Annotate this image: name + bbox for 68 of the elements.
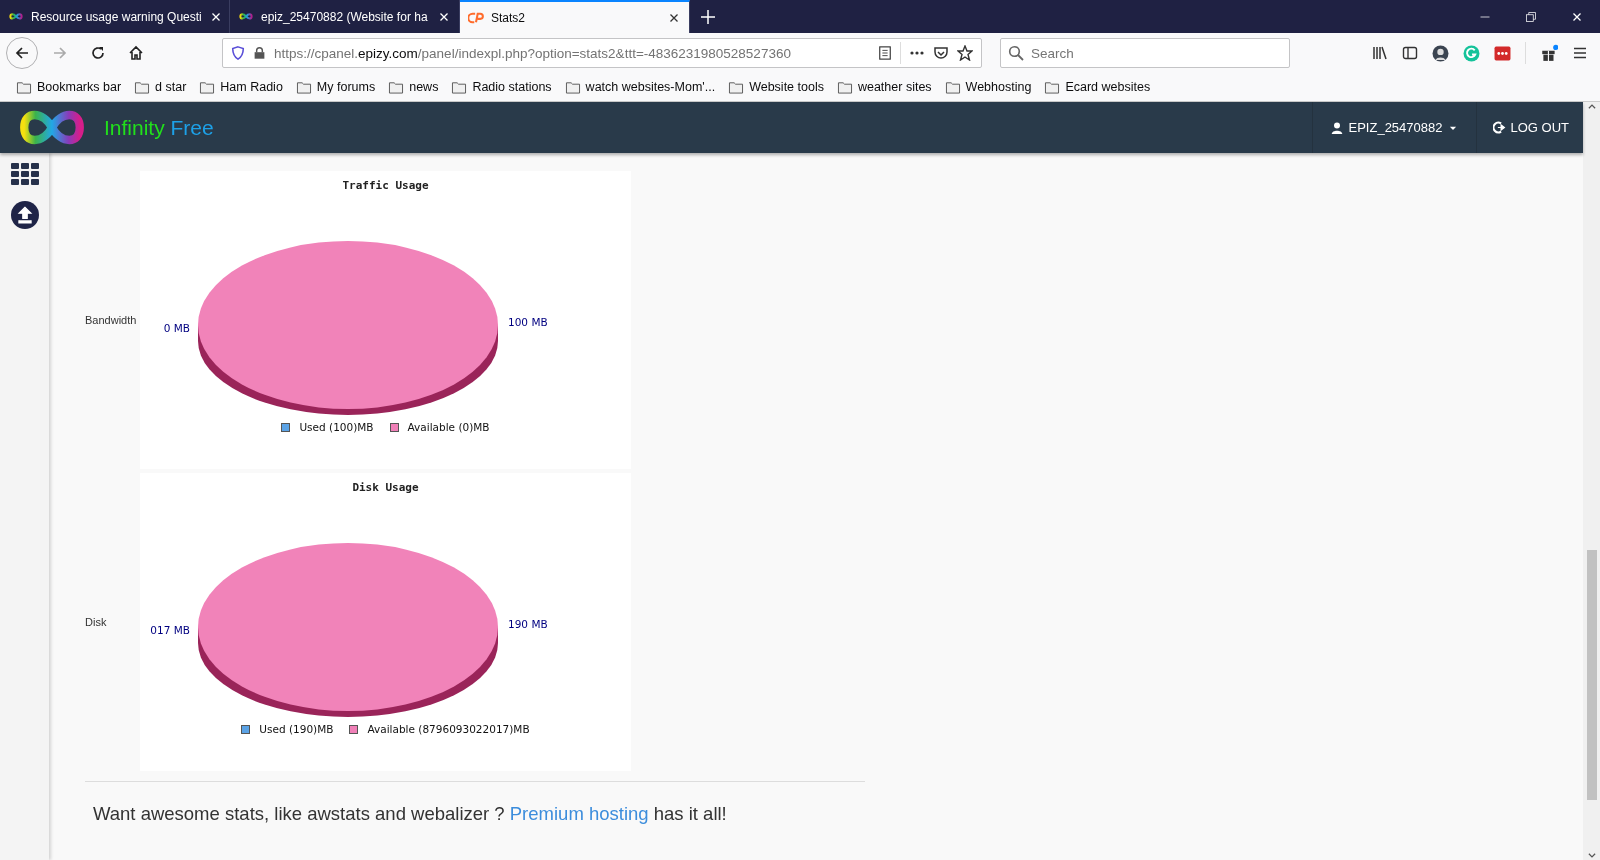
slice-label: 017 MB xyxy=(149,623,190,636)
bookmark-folder[interactable]: d star xyxy=(134,80,187,94)
gift-icon[interactable] xyxy=(1540,44,1558,62)
legend-label: Available (0)MB xyxy=(407,421,490,433)
scroll-down-icon[interactable] xyxy=(1586,850,1597,860)
search-icon xyxy=(1008,45,1024,61)
logout-icon xyxy=(1493,121,1507,134)
folder-icon xyxy=(451,80,468,94)
user-icon xyxy=(1330,120,1343,135)
chart-title: Traffic Usage xyxy=(342,179,429,192)
brand-name[interactable]: Infinity Free xyxy=(104,115,214,140)
search-field[interactable]: Search xyxy=(1000,38,1290,68)
scrollbar-thumb[interactable] xyxy=(1586,550,1597,800)
pocket-icon[interactable] xyxy=(933,45,949,61)
legend-label: Available (8796093022017)MB xyxy=(367,723,530,735)
bookmark-folder[interactable]: Webhosting xyxy=(944,80,1032,94)
lock-icon xyxy=(253,46,266,60)
bookmark-folder[interactable]: weather sites xyxy=(836,80,932,94)
cpanel-logo-icon xyxy=(468,11,484,24)
legend-label: Used (190)MB xyxy=(259,723,334,735)
folder-icon xyxy=(944,80,961,94)
library-icon[interactable] xyxy=(1372,45,1388,61)
extension-icon[interactable] xyxy=(1494,44,1511,62)
restore-icon[interactable] xyxy=(1525,10,1537,23)
bookmark-folder[interactable]: Website tools xyxy=(728,80,824,94)
legend-label: Used (100)MB xyxy=(299,421,374,433)
shield-icon xyxy=(231,46,245,60)
sidebar-icon[interactable] xyxy=(1402,45,1418,61)
folder-icon xyxy=(1044,80,1061,94)
logout-button[interactable]: LOG OUT xyxy=(1477,102,1583,153)
back-arrow-icon xyxy=(14,45,30,61)
browser-tab[interactable]: Stats2 xyxy=(460,0,690,33)
address-field[interactable]: https://cpanel.epizy.com/panel/indexpl.php?option=stats2&ttt=-4836231980528527360 xyxy=(222,38,982,68)
slice-label: 0 MB xyxy=(162,321,190,334)
slice-label: 100 MB xyxy=(508,315,548,328)
reload-icon[interactable] xyxy=(90,45,106,61)
new-tab-icon[interactable] xyxy=(700,8,716,25)
bookmark-folder[interactable]: Bookmarks bar xyxy=(16,80,122,94)
scroll-up-icon[interactable] xyxy=(1586,102,1597,112)
apps-grid-icon[interactable] xyxy=(10,163,39,185)
folder-icon xyxy=(388,80,405,94)
home-icon[interactable] xyxy=(128,45,144,61)
avatar-icon[interactable] xyxy=(1432,44,1449,62)
star-icon[interactable] xyxy=(957,45,973,61)
infinity-icon xyxy=(238,12,254,21)
bookmark-folder[interactable]: Ecard websites xyxy=(1044,80,1151,94)
slice-label: 190 MB xyxy=(508,617,548,630)
bookmark-folder[interactable]: Radio stations xyxy=(451,80,552,94)
infinity-icon xyxy=(8,12,24,21)
folder-icon xyxy=(295,80,312,94)
bookmark-folder[interactable]: Ham Radio xyxy=(199,80,283,94)
folder-icon xyxy=(836,80,853,94)
chart-title: Disk Usage xyxy=(352,481,419,494)
menu-icon[interactable] xyxy=(1572,45,1588,61)
promo-text: Want awesome stats, like awstats and webalizer ? Premium hosting has it all! xyxy=(93,803,728,825)
folder-icon xyxy=(199,80,216,94)
reader-view-icon[interactable] xyxy=(878,45,892,61)
folder-icon xyxy=(134,80,151,94)
row-label: Disk xyxy=(85,616,108,628)
folder-icon xyxy=(564,80,581,94)
upload-icon[interactable] xyxy=(10,201,39,229)
row-label: Bandwidth xyxy=(85,314,138,326)
bookmark-folder[interactable]: watch websites-Mom'... xyxy=(564,80,716,94)
bookmark-folder[interactable]: news xyxy=(388,80,439,94)
folder-icon xyxy=(728,80,745,94)
folder-icon xyxy=(16,80,32,94)
bookmark-folder[interactable]: My forums xyxy=(295,80,376,94)
infinity-logo-icon[interactable] xyxy=(18,109,86,146)
